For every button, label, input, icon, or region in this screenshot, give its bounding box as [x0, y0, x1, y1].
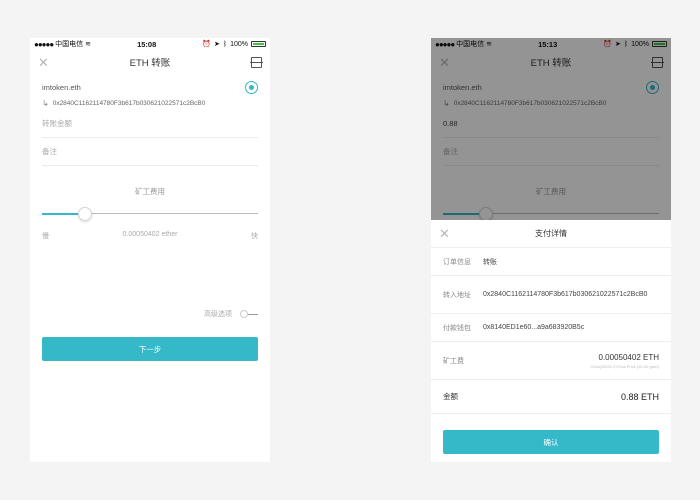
advanced-toggle[interactable] [240, 309, 258, 318]
carrier-label: 中国电信 [55, 41, 84, 48]
resolved-address-row: ↳ 0x2840C1162114780F3b617b030621022571c2… [42, 96, 258, 110]
fee-detail-row: 矿工费 0.00050402 ETH ≈Gas(25201.2)*Gas Pri… [431, 342, 671, 380]
wifi-icon: ≋ [85, 41, 92, 48]
battery-percent: 100% [230, 40, 248, 48]
sheet-title: 支付详情 [535, 229, 567, 238]
location-icon: ➤ [214, 41, 220, 48]
alarm-icon: ⏰ [202, 41, 212, 48]
slider-thumb[interactable] [78, 207, 93, 221]
order-label: 订单信息 [443, 258, 471, 266]
payment-detail-screen: ●●●●● 中国电信 ≋ 15:13 ⏰ ➤ ᛒ 100% ✕ ETH 转账 i… [431, 38, 671, 462]
to-label: 转入地址 [443, 291, 471, 299]
recipient-row[interactable]: imtoken.eth [42, 78, 258, 96]
wallet-row: 付款钱包 0x8140ED1e60...a9a683920B5c [431, 314, 671, 342]
fee-label: 矿工费用 [135, 187, 165, 196]
contact-icon[interactable] [245, 80, 258, 94]
advanced-label: 高级选项 [204, 311, 232, 318]
fee-label: 矿工费 [443, 357, 464, 365]
amount-row: 金额 0.88 ETH [431, 380, 671, 414]
amount-label: 金额 [443, 392, 458, 401]
slow-label: 慢 [42, 233, 49, 240]
scan-icon[interactable] [250, 56, 263, 68]
status-bar: ●●●●● 中国电信 ≋ 15:08 ⏰ ➤ ᛒ 100% [30, 38, 270, 50]
wallet-value: 0x8140ED1e60...a9a683920B5c [483, 324, 585, 331]
battery-icon [251, 41, 266, 47]
nav-bar: ✕ ETH 转账 [30, 50, 270, 74]
fee-value: 0.00050402 ether [122, 231, 178, 238]
transfer-screen: ●●●●● 中国电信 ≋ 15:08 ⏰ ➤ ᛒ 100% ✕ ETH 转账 i… [30, 38, 270, 462]
order-value: 转账 [483, 258, 497, 266]
fee-amount: 0.00050402 ETH [598, 352, 660, 362]
page-title: ETH 转账 [129, 58, 171, 69]
order-info-row: 订单信息 转账 [431, 248, 671, 276]
to-address-row: 转入地址 0x2840C1162114780F3b617b03062102257… [431, 276, 671, 314]
recipient-ens: imtoken.eth [42, 82, 81, 92]
status-time: 15:08 [137, 39, 157, 49]
wallet-label: 付款钱包 [443, 324, 471, 332]
fee-row: 慢 0.00050402 ether 快 [42, 231, 258, 241]
modal-backdrop[interactable] [431, 38, 671, 220]
amount-input[interactable]: 转账金额 [42, 110, 258, 138]
fast-label: 快 [250, 233, 258, 240]
amount-value: 0.88 ETH [620, 391, 659, 402]
signal-icon: ●●●●● [34, 39, 54, 49]
note-input[interactable]: 备注 [42, 138, 258, 166]
fee-gas-detail: ≈Gas(25201.2)*Gas Price (20.00 gwei) [590, 363, 659, 369]
to-address: 0x2840C1162114780F3b617b030621022571c2Bc… [483, 290, 648, 298]
sheet-close-icon[interactable]: ✕ [439, 227, 450, 240]
next-button[interactable]: 下一步 [42, 337, 258, 361]
payment-detail-sheet: ✕ 支付详情 订单信息 转账 转入地址 0x2840C1162114780F3b… [431, 220, 671, 462]
sheet-header: ✕ 支付详情 [431, 220, 671, 248]
bluetooth-icon: ᛒ [222, 40, 228, 48]
redirect-arrow-icon: ↳ [42, 98, 49, 108]
fee-slider[interactable] [42, 207, 258, 221]
resolved-address: 0x2840C1162114780F3b617b030621022571c2Bc… [52, 99, 206, 107]
close-icon[interactable]: ✕ [38, 56, 49, 69]
confirm-button[interactable]: 确认 [443, 430, 659, 454]
advanced-options-row: 高级选项 [42, 309, 258, 319]
